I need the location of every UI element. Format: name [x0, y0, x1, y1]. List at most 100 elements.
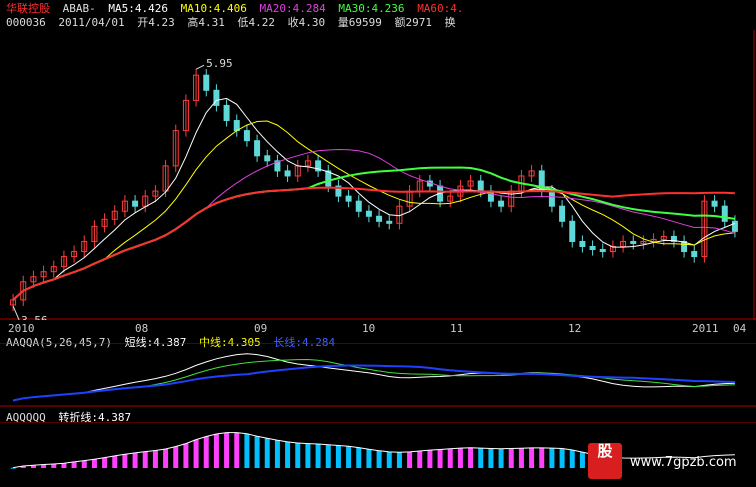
- ind2-bar: [427, 450, 433, 468]
- x-tick-04: 04: [733, 322, 747, 335]
- high-pointer: [195, 64, 205, 70]
- watermark-logo: 股: [588, 443, 622, 479]
- ind2-bar: [498, 448, 504, 468]
- ind2-bar: [417, 450, 423, 468]
- ind2-bar: [508, 448, 514, 468]
- ind2-bar: [274, 440, 280, 468]
- ind2-bar: [264, 438, 270, 468]
- watermark-url: www.7gpzb.com: [630, 455, 737, 470]
- candle-body: [721, 205, 728, 222]
- header-row-2: 000036 2011/04/01 开4.23 高4.31 低4.22 收4.3…: [6, 17, 462, 29]
- ma10-value: MA10:4.406: [180, 2, 247, 15]
- ind2-bar: [142, 451, 148, 468]
- candle-body: [284, 170, 291, 177]
- ind2-bar: [152, 450, 158, 468]
- ind2-bar: [163, 448, 169, 468]
- ind2-bar: [224, 432, 230, 468]
- ind2-bar: [376, 450, 382, 468]
- header-row-1: 华联控股 ABAB- MA5:4.426 MA10:4.406 MA20:4.2…: [6, 3, 470, 15]
- quote-date: 2011/04/01: [58, 16, 125, 29]
- ind2-bar: [193, 439, 199, 468]
- candle-body: [132, 200, 139, 207]
- ind2-bar: [305, 443, 311, 468]
- low-pointer: [12, 305, 20, 320]
- amount-value: 额2971: [394, 16, 432, 29]
- ma30-line: [12, 166, 736, 301]
- candle-body: [254, 140, 261, 157]
- x-tick-10: 10: [362, 322, 376, 335]
- ind2-bar: [234, 432, 240, 468]
- ind2-bar: [285, 441, 291, 468]
- x-tick-2011: 2011: [692, 322, 719, 335]
- high-label: 5.95: [206, 57, 233, 70]
- x-tick-08: 08: [135, 322, 149, 335]
- indicator1-chart: [0, 343, 756, 407]
- ind2-bar: [518, 448, 524, 468]
- ind2-bar: [91, 459, 97, 468]
- ind2-bar: [315, 444, 321, 468]
- ind2-bar: [549, 448, 555, 468]
- candle-body: [589, 246, 596, 251]
- ind2-bar: [559, 448, 565, 468]
- ind2-bar: [437, 449, 443, 468]
- volume-value: 量69599: [337, 16, 382, 29]
- ma20-value: MA20:4.284: [259, 2, 326, 15]
- chart-window: { "header": { "stock_name": "华联控股", "ind…: [0, 0, 756, 487]
- x-tick-12: 12: [568, 322, 582, 335]
- candle-body: [711, 200, 718, 207]
- candle-body: [376, 215, 383, 222]
- candle-body: [569, 220, 576, 242]
- ind2-bar: [325, 444, 331, 468]
- x-tick-11: 11: [450, 322, 464, 335]
- ind2-bar: [254, 436, 260, 468]
- candle-body: [386, 220, 393, 224]
- ind2-bar: [346, 446, 352, 468]
- watermark: 股 www.7gpzb.com: [588, 443, 748, 481]
- x-tick-2010: 2010: [8, 322, 35, 335]
- candle-body: [365, 210, 372, 217]
- ind2-bar: [81, 460, 87, 468]
- ind2-bar: [71, 461, 77, 468]
- low-price: 低4.22: [237, 16, 275, 29]
- candle-body: [345, 195, 352, 202]
- ind2-bar: [478, 448, 484, 468]
- ind2-bar: [173, 446, 179, 468]
- price-chart: 5.95 3.56: [0, 30, 756, 320]
- candle-body: [731, 220, 738, 232]
- candle-body: [548, 190, 555, 207]
- ind2-bar: [112, 455, 118, 468]
- candle-body: [243, 130, 250, 142]
- ma60-line: [12, 186, 735, 301]
- ma60-value: MA60:4.: [417, 2, 464, 15]
- ma5-value: MA5:4.426: [108, 2, 168, 15]
- ind2-bar: [539, 447, 545, 468]
- ind2-bar: [529, 447, 535, 468]
- ind2-bar: [335, 445, 341, 468]
- ind2-bar: [183, 443, 189, 468]
- ind2-bar: [61, 463, 67, 468]
- ma5-line: [12, 97, 736, 301]
- close-price: 收4.30: [287, 16, 326, 29]
- ind2-bar: [203, 436, 209, 468]
- indicator-name: ABAB-: [62, 2, 96, 15]
- candle-body: [264, 155, 271, 162]
- ind2-bar: [569, 450, 575, 468]
- candle-body: [477, 180, 484, 192]
- ind2-bar: [457, 448, 463, 468]
- ind2-bar: [295, 442, 301, 468]
- candle-body: [630, 240, 637, 244]
- turnover-value: 换: [444, 16, 456, 29]
- candle-body: [233, 120, 240, 132]
- ind2-bar: [366, 449, 372, 468]
- candle-body: [355, 200, 362, 212]
- x-tick-09: 09: [254, 322, 268, 335]
- candle-body: [223, 104, 230, 122]
- stock-code: 000036: [6, 16, 46, 29]
- open-price: 开4.23: [137, 16, 175, 29]
- ind2-bar: [132, 452, 138, 468]
- ind2-bar: [407, 451, 413, 468]
- low-label: 3.56: [21, 314, 48, 320]
- candle-body: [325, 170, 332, 187]
- ind2-bar: [244, 433, 250, 468]
- ind2-bar: [447, 448, 453, 468]
